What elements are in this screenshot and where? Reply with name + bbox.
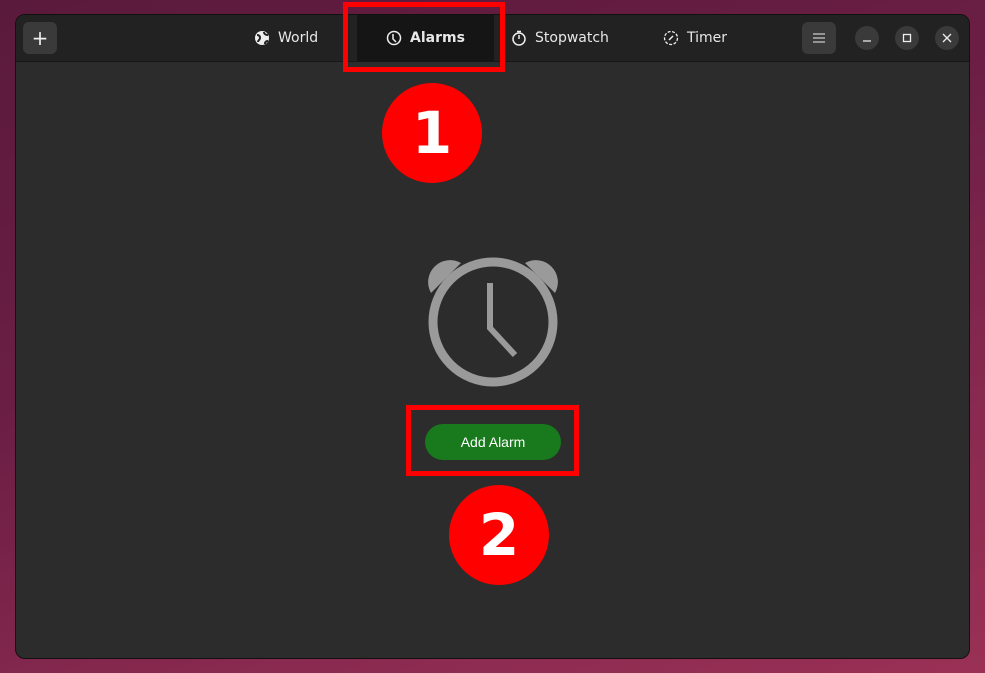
tab-timer[interactable]: Timer: [663, 15, 727, 61]
timer-icon: [663, 30, 679, 46]
tab-world[interactable]: World: [254, 15, 318, 61]
minimize-icon: [863, 40, 871, 42]
maximize-button[interactable]: [895, 26, 919, 50]
tab-label: Timer: [687, 30, 728, 46]
new-button[interactable]: +: [23, 22, 57, 54]
hamburger-icon: [813, 33, 825, 43]
annotation-box-1: [343, 2, 505, 72]
annotation-marker-1: 1: [382, 83, 482, 183]
main-menu-button[interactable]: [802, 22, 836, 54]
minimize-button[interactable]: [855, 26, 879, 50]
close-icon: [942, 33, 952, 43]
annotation-marker-2: 2: [449, 485, 549, 585]
stopwatch-icon: [512, 30, 526, 46]
maximize-icon: [902, 33, 912, 43]
globe-icon: [255, 31, 269, 45]
tab-stopwatch[interactable]: Stopwatch: [511, 15, 609, 61]
alarm-clock-icon: [428, 257, 558, 387]
close-button[interactable]: [935, 26, 959, 50]
tab-label: World: [278, 30, 319, 46]
annotation-box-2: [406, 405, 579, 476]
tab-label: Stopwatch: [535, 30, 609, 46]
